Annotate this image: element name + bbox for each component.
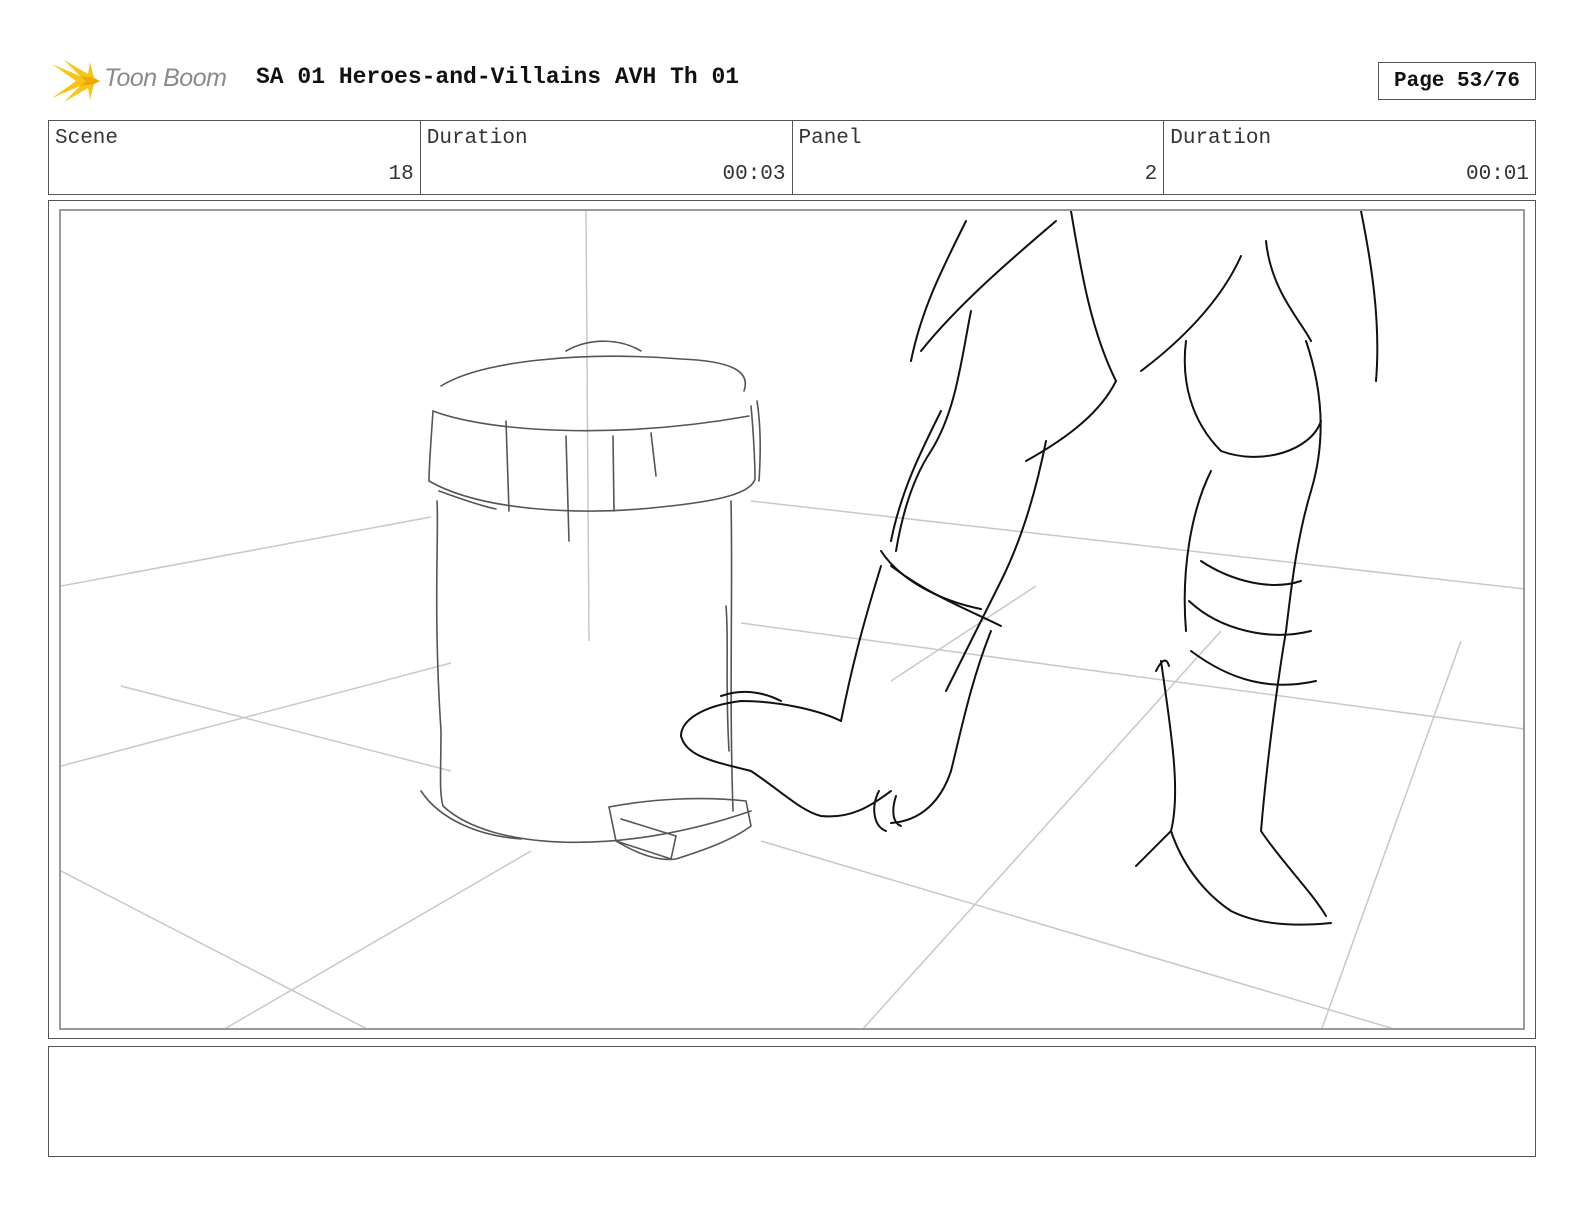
storyboard-panel-frame <box>48 200 1536 1039</box>
toon-boom-logo: Toon Boom <box>50 56 240 106</box>
page-indicator: Page 53/76 <box>1378 62 1536 100</box>
scene-label: Scene <box>55 127 119 150</box>
panel-notes-box <box>48 1046 1536 1157</box>
panel-duration-value: 00:01 <box>1465 163 1529 186</box>
panel-duration-label: Duration <box>1170 127 1272 150</box>
scene-value: 18 <box>388 163 414 186</box>
scene-duration-label: Duration <box>426 127 528 150</box>
panel-label: Panel <box>798 127 862 150</box>
scene-duration-cell: Duration 00:03 <box>421 121 793 194</box>
starburst-icon <box>52 60 100 102</box>
sketch-drawing <box>61 211 1523 1028</box>
document-title: SA 01 Heroes-and-Villains AVH Th 01 <box>256 64 740 90</box>
logo-text: Toon Boom <box>104 64 227 92</box>
left-leg-sketch <box>679 211 1117 832</box>
trash-can-sketch <box>420 340 762 861</box>
scene-duration-value: 00:03 <box>722 163 786 186</box>
floor-guides <box>61 211 1523 1028</box>
panel-cell: Panel 2 <box>793 121 1165 194</box>
scene-cell: Scene 18 <box>49 121 421 194</box>
panel-info-row: Scene 18 Duration 00:03 Panel 2 Duration… <box>48 120 1536 195</box>
panel-duration-cell: Duration 00:01 <box>1164 121 1535 194</box>
panel-value: 2 <box>1144 163 1158 186</box>
storyboard-panel-image <box>59 209 1525 1030</box>
